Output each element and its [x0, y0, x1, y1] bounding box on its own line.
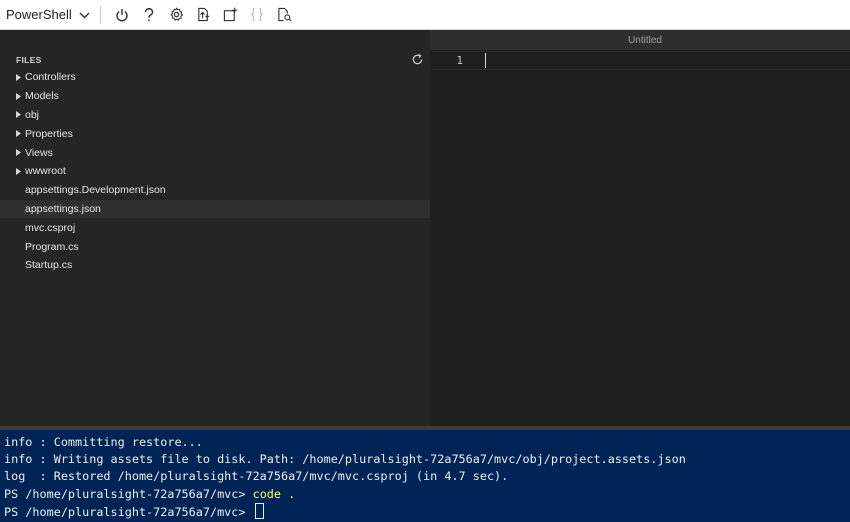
tree-item-label: Program.cs — [25, 240, 79, 253]
settings-button[interactable] — [163, 0, 190, 30]
text-caret — [485, 53, 486, 68]
tree-item-label: wwwroot — [25, 165, 66, 178]
file-tree: Controllers Models obj Properties Views wwwro… — [0, 68, 430, 275]
terminal-command-line: PS /home/pluralsight-72a756a7/mvc> code … — [4, 486, 850, 503]
refresh-icon[interactable] — [411, 53, 424, 66]
open-new-session-icon — [223, 7, 238, 22]
shell-label: PowerShell — [6, 7, 72, 22]
caret-right-icon — [16, 73, 24, 81]
terminal-line: log : Restored /home/pluralsight-72a756a… — [4, 469, 509, 484]
tree-folder[interactable]: Models — [0, 87, 430, 106]
tree-item-label: mvc.csproj — [25, 221, 76, 234]
caret-right-icon — [16, 111, 24, 119]
caret-right-icon — [16, 92, 24, 100]
upload-download-icon — [198, 7, 209, 22]
web-preview-button[interactable] — [271, 0, 298, 30]
tree-folder[interactable]: Controllers — [0, 68, 430, 87]
terminal-command: code . — [252, 486, 296, 501]
terminal-prompt: PS /home/pluralsight-72a756a7/mvc> — [4, 486, 253, 501]
terminal-line: info : Committing restore... — [4, 435, 203, 449]
line-number: 1 — [456, 54, 463, 67]
tree-item-label: appsettings.json — [25, 202, 101, 215]
tree-item-label: Startup.cs — [25, 259, 73, 272]
current-line[interactable]: 1 — [430, 51, 850, 70]
help-button[interactable] — [136, 0, 163, 30]
tab-title-label: Untitled — [628, 34, 662, 46]
tree-item-label: appsettings.Development.json — [25, 184, 166, 197]
tree-folder[interactable]: Properties — [0, 124, 430, 143]
editor-area: FILES Controllers Models obj Properties View… — [0, 30, 850, 426]
braces-icon — [251, 7, 263, 22]
code-editor[interactable]: Untitled 1 — [430, 30, 850, 426]
tree-item-label: obj — [25, 108, 40, 121]
tree-file[interactable]: Program.cs — [0, 237, 430, 256]
shell-selector[interactable]: PowerShell — [0, 0, 96, 30]
tree-item-label: Controllers — [25, 71, 76, 84]
tree-item-label: Views — [25, 146, 53, 159]
tree-folder[interactable]: wwwroot — [0, 162, 430, 181]
terminal-prompt: PS /home/pluralsight-72a756a7/mvc> — [4, 504, 253, 519]
web-preview-icon — [278, 7, 292, 22]
help-icon — [145, 7, 154, 21]
power-icon — [116, 8, 128, 21]
caret-right-icon — [16, 130, 24, 138]
tree-file[interactable]: appsettings.json — [0, 199, 430, 219]
terminal-line: info : Writing assets file to disk. Path… — [4, 452, 686, 467]
tree-item-label: Properties — [25, 127, 73, 140]
toolbar: PowerShell — [0, 0, 850, 30]
files-header: FILES — [0, 51, 430, 69]
tree-folder[interactable]: Views — [0, 143, 430, 162]
tree-folder[interactable]: obj — [0, 106, 430, 125]
open-new-session-button[interactable] — [217, 0, 244, 30]
terminal[interactable]: info : Committing restore... info : Writ… — [0, 426, 850, 522]
tree-file[interactable]: Startup.cs — [0, 256, 430, 275]
toolbar-divider — [99, 5, 101, 24]
editor-tab-title: Untitled — [430, 30, 850, 50]
tree-file[interactable]: appsettings.Development.json — [0, 181, 430, 200]
caret-right-icon — [16, 149, 24, 157]
terminal-cursor — [254, 502, 264, 519]
files-title: FILES — [16, 55, 42, 65]
tree-file[interactable]: mvc.csproj — [0, 218, 430, 237]
restart-button[interactable] — [109, 0, 136, 30]
editor-button[interactable] — [244, 0, 271, 30]
caret-right-icon — [16, 167, 24, 175]
tree-item-label: Models — [25, 90, 59, 103]
files-pane: FILES Controllers Models obj Properties View… — [0, 30, 430, 426]
upload-download-button[interactable] — [190, 0, 217, 30]
settings-icon — [170, 7, 183, 21]
terminal-input-line[interactable]: PS /home/pluralsight-72a756a7/mvc> — [4, 502, 850, 521]
chevron-down-icon — [79, 12, 90, 18]
